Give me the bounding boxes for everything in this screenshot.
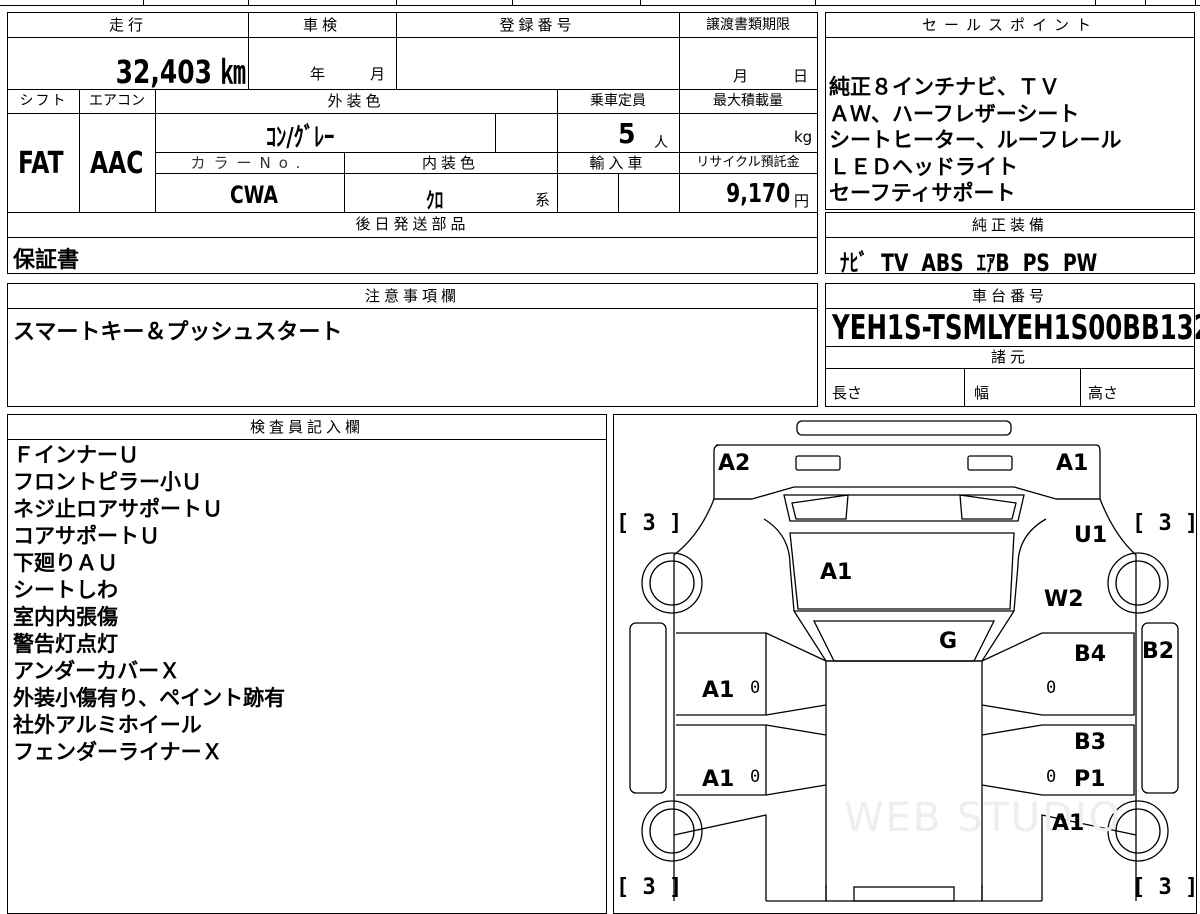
label-left-rear-door: A1 — [702, 767, 735, 792]
inspector-note: ネジ止ロアサポートＵ — [13, 497, 223, 521]
inspector-note: 外装小傷有り、ペイント跡有 — [13, 686, 286, 710]
interior-color-header: 内装色 — [421, 154, 479, 172]
recycle-unit: 円 — [794, 192, 810, 210]
inspection-year: 年 — [310, 65, 326, 83]
tire-front-left: [ 3 ] — [616, 511, 683, 536]
inspector-note: 警告灯点灯 — [13, 632, 118, 656]
deadline-header: 譲渡書類期限 — [706, 17, 790, 33]
recycle-value: 9,170 — [725, 179, 790, 209]
notes-header: 注意事項欄 — [364, 287, 460, 305]
later-parts-header: 後日発送部品 — [355, 215, 470, 233]
inspector-note: フロントピラー小Ｕ — [13, 470, 202, 494]
label-right-fender: W2 — [1044, 587, 1084, 612]
sales-point: セーフティサポート — [829, 181, 1016, 205]
mileage-header: 走行 — [108, 16, 147, 34]
zero-mark: 0 — [1046, 678, 1057, 698]
zero-mark: 0 — [1046, 767, 1057, 787]
inspector-panel: 検査員記入欄 ＦインナーＵ フロントピラー小Ｕ ネジ止ロアサポートＵ コアサポー… — [7, 414, 607, 914]
inspector-header: 検査員記入欄 — [249, 418, 364, 436]
inspector-note: コアサポートＵ — [13, 524, 160, 548]
label-right-pillar: U1 — [1074, 523, 1108, 548]
color-no-value: CWA — [230, 181, 279, 209]
capacity-header: 乗車定員 — [590, 93, 646, 109]
car-diagram: WEB STUDIO A2 A1 A1 U1 W2 G B4 B2 A1 A1 … — [613, 414, 1197, 914]
registration-header: 登録番号 — [499, 16, 576, 34]
label-windshield: A1 — [820, 560, 853, 585]
spec-width: 幅 — [974, 384, 990, 402]
label-front-left: A2 — [718, 451, 751, 476]
label-right-rear-panel: P1 — [1074, 767, 1106, 792]
inspection-header: 車検 — [302, 16, 341, 34]
inspector-note: シートしわ — [13, 578, 118, 602]
sales-point: ＬＥＤヘッドライト — [829, 154, 1018, 179]
inspector-note: ＦインナーＵ — [13, 443, 139, 467]
genuine-equipment-panel: 純正装備 ﾅﾋﾞ TV ABS ｴｱB PS PW — [825, 212, 1195, 277]
recycle-header: リサイクル預託金 — [696, 155, 800, 170]
label-left-front-door: A1 — [702, 678, 735, 703]
specs-header: 諸元 — [990, 348, 1029, 366]
capacity-value: 5 — [618, 117, 636, 150]
sales-points-list: 純正８インチナビ、ＴＶ ＡＷ、ハーフレザーシート シートヒーター、ルーフレール … — [829, 74, 1122, 207]
vehicle-info-table: 走行 車検 登録番号 譲渡書類期限 32,403 ㎞ 年 月 月 日 シフト エ… — [7, 12, 818, 274]
zero-mark: 0 — [750, 678, 761, 698]
exterior-color-header: 外装色 — [327, 92, 385, 110]
interior-color-value: ｸﾛ — [426, 189, 444, 214]
genuine-equipment-value: ﾅﾋﾞ TV ABS ｴｱB PS PW — [840, 249, 1098, 277]
inspection-month: 月 — [370, 65, 386, 83]
tire-rear-right: [ 3 ] — [1132, 875, 1197, 900]
label-front-right: A1 — [1056, 451, 1089, 476]
top-strip — [0, 0, 1200, 6]
aircon-header: エアコン — [89, 93, 145, 109]
notes-value: スマートキー＆プッシュスタート — [13, 320, 343, 345]
inspector-note: 下廻りＡＵ — [13, 551, 118, 575]
label-right-rear-fender: A1 — [1052, 811, 1085, 836]
inspector-note: 社外アルミホイール — [13, 713, 202, 737]
chassis-header: 車台番号 — [971, 287, 1048, 305]
interior-suffix: 系 — [535, 191, 551, 209]
tire-front-right: [ 3 ] — [1132, 511, 1197, 536]
label-roof: G — [939, 629, 958, 654]
label-right-rear-door: B3 — [1074, 730, 1107, 755]
zero-mark: 0 — [750, 767, 761, 787]
mileage-value: 32,403 ㎞ — [116, 53, 246, 91]
max-load-header: 最大積載量 — [713, 93, 783, 109]
deadline-month: 月 — [733, 67, 749, 85]
import-header: 輸入車 — [589, 154, 647, 172]
chassis-panel: 車台番号 YEH1S-TSMLYEH1S00BB1329 諸元 長さ 幅 高さ — [825, 283, 1200, 407]
notes-panel: 注意事項欄 スマートキー＆プッシュスタート — [7, 283, 818, 407]
aircon-value: AAC — [90, 146, 144, 181]
later-parts-value: 保証書 — [13, 248, 80, 273]
capacity-unit: 人 — [654, 135, 668, 151]
inspector-notes-list: ＦインナーＵ フロントピラー小Ｕ ネジ止ロアサポートＵ コアサポートＵ 下廻りＡ… — [13, 442, 285, 766]
shift-value: FAT — [18, 146, 64, 181]
color-no-header: カラーNo. — [190, 154, 309, 172]
chassis-value: YEH1S-TSMLYEH1S00BB1329 — [832, 308, 1200, 348]
label-right-side: B2 — [1142, 639, 1175, 664]
genuine-equipment-header: 純正装備 — [971, 216, 1048, 234]
inspector-note: 室内内張傷 — [13, 605, 118, 629]
max-load-unit: kg — [794, 128, 813, 146]
sales-point: 純正８インチナビ、ＴＶ — [829, 75, 1060, 99]
deadline-day: 日 — [793, 67, 809, 85]
inspector-note: アンダーカバーＸ — [13, 659, 181, 683]
exterior-color-value: ｺﾝ/ｸﾞﾚｰ — [266, 123, 335, 153]
tire-rear-left: [ 3 ] — [616, 875, 683, 900]
label-right-front-door: B4 — [1074, 642, 1107, 667]
sales-point: ＡＷ、ハーフレザーシート — [829, 101, 1080, 126]
sales-points-header: セールスポイント — [921, 16, 1098, 34]
sales-points-panel: セールスポイント 純正８インチナビ、ＴＶ ＡＷ、ハーフレザーシート シートヒータ… — [825, 12, 1195, 210]
spec-length: 長さ — [832, 384, 863, 402]
spec-height: 高さ — [1088, 384, 1119, 402]
shift-header: シフト — [19, 93, 68, 109]
inspector-note: フェンダーライナーＸ — [13, 740, 223, 764]
sales-point: シートヒーター、ルーフレール — [829, 128, 1122, 152]
